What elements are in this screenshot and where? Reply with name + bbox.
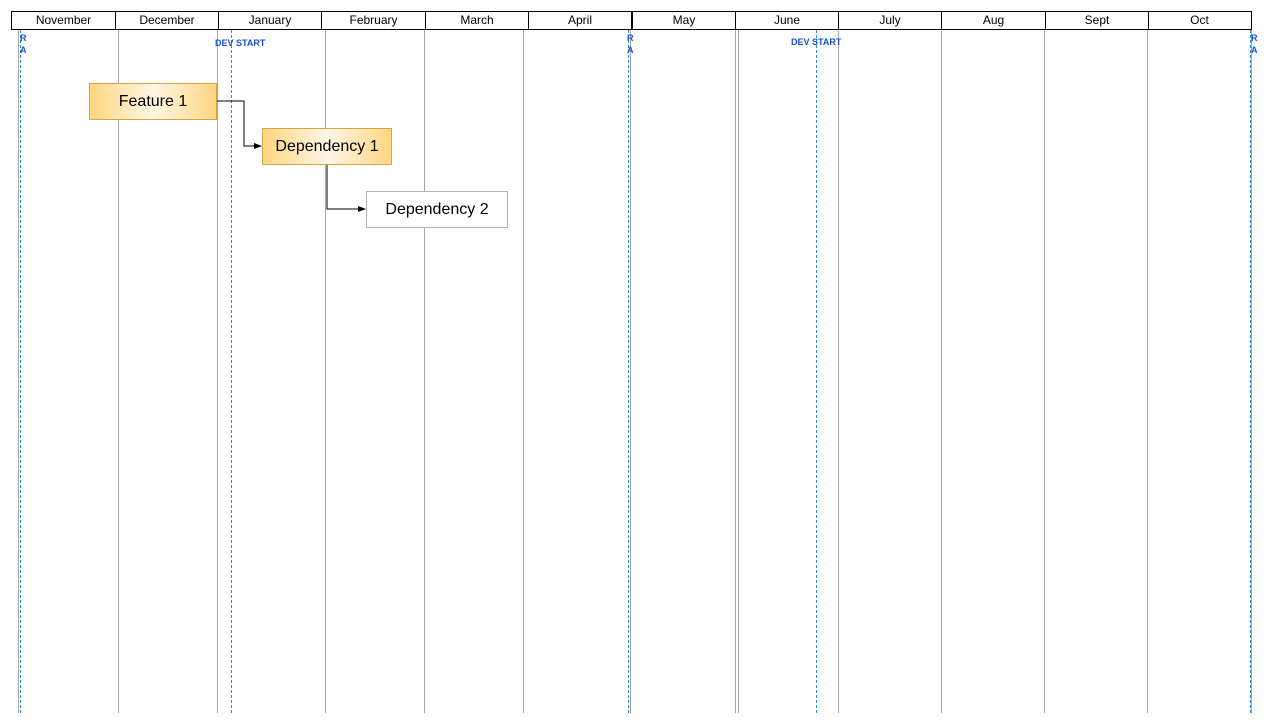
task-dependency-1[interactable]: Dependency 1 <box>262 128 392 165</box>
dependency-arrow-dependency1-to-dependency2 <box>326 164 366 212</box>
task-feature-1[interactable]: Feature 1 <box>89 83 217 120</box>
task-dependency-2[interactable]: Dependency 2 <box>366 191 508 228</box>
timeline-diagram: November December January February March… <box>0 0 1268 727</box>
dependency-arrow-feature1-to-dependency1 <box>217 100 262 149</box>
